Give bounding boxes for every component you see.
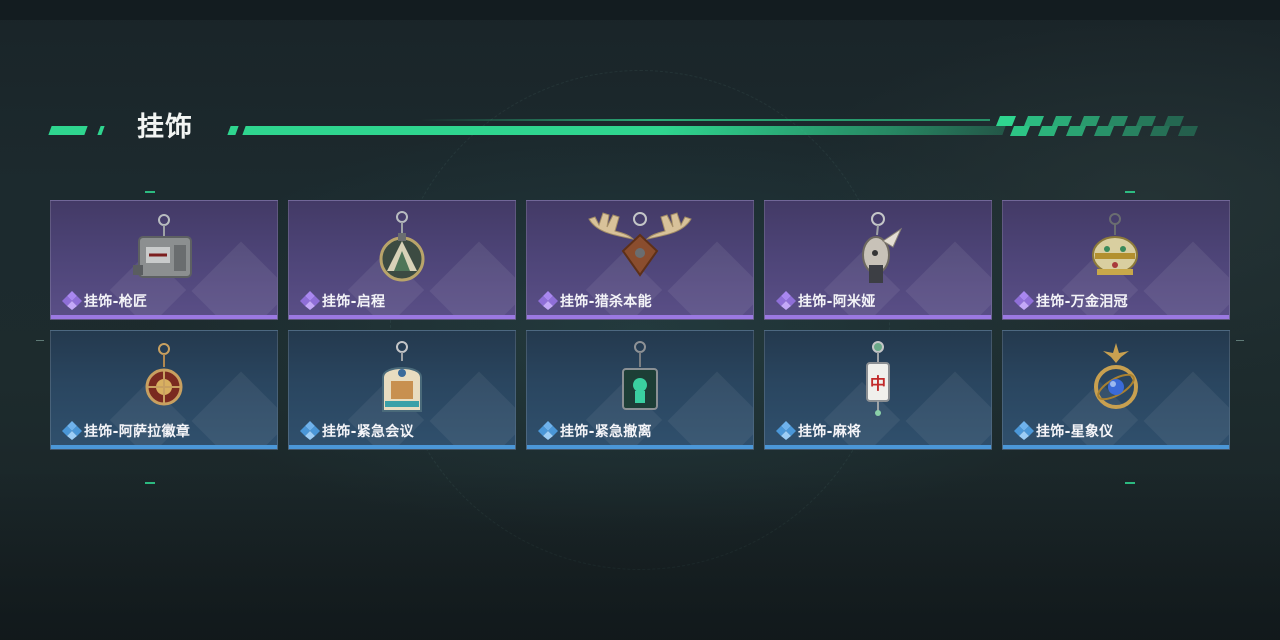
charm-name: 挂饰-紧急会议 (322, 424, 414, 440)
charm-name: 挂饰-麻将 (798, 424, 862, 440)
charm-name: 挂饰-紧急撤离 (560, 424, 652, 440)
rarity-diamond-icon (776, 421, 796, 440)
charm-grid: 挂饰-枪匠 挂饰-启程 挂饰-猎杀本能 挂饰-阿米娅 挂饰-万金泪冠 挂饰-阿萨… (50, 200, 1230, 450)
header-checker-pattern (996, 116, 1198, 136)
gun-crate-charm-icon (133, 214, 192, 278)
charm-name: 挂饰-万金泪冠 (1036, 294, 1128, 310)
rarity-bar (51, 315, 277, 319)
rarity-bar (1003, 315, 1229, 319)
frame-corner-tick (145, 482, 155, 484)
charm-card[interactable]: 挂饰-启程 (288, 200, 516, 320)
arch-emblem-charm-icon (382, 341, 422, 412)
header-accent-dash (227, 126, 239, 135)
charm-card[interactable]: 挂饰-枪匠 (50, 200, 278, 320)
section-title: 挂饰 (137, 112, 193, 143)
bunny-figure-charm-icon (862, 212, 903, 283)
header-accent-dash (97, 126, 105, 135)
charm-name: 挂饰-阿萨拉徽章 (84, 424, 191, 440)
charm-name: 挂饰-猎杀本能 (560, 294, 652, 310)
rarity-diamond-icon (776, 291, 796, 310)
rarity-bar (765, 315, 991, 319)
svg-text:中: 中 (870, 374, 886, 393)
rarity-diamond-icon (538, 421, 558, 440)
rarity-diamond-icon (62, 421, 82, 440)
rarity-diamond-icon (300, 291, 320, 310)
header-thin-line (420, 119, 990, 121)
jeweled-crown-charm-icon (1092, 213, 1138, 275)
rarity-diamond-icon (62, 291, 82, 310)
rarity-bar (1003, 445, 1229, 449)
charm-card[interactable]: 中 挂饰-麻将 (764, 330, 992, 450)
charm-card[interactable]: 挂饰-猎杀本能 (526, 200, 754, 320)
rarity-diamond-icon (1014, 291, 1034, 310)
charm-name: 挂饰-启程 (322, 294, 386, 310)
mountain-medallion-charm-icon (379, 211, 425, 282)
frame-corner-tick (1125, 191, 1135, 193)
frame-corner-tick (145, 191, 155, 193)
header-accent-bar (242, 126, 1006, 135)
rarity-bar (527, 445, 753, 449)
top-bar (0, 0, 1280, 20)
frame-side-tick (36, 340, 44, 341)
rarity-bar (51, 445, 277, 449)
charm-name: 挂饰-星象仪 (1036, 424, 1114, 440)
rarity-bar (765, 445, 991, 449)
charm-card[interactable]: 挂饰-阿米娅 (764, 200, 992, 320)
charm-card[interactable]: 挂饰-紧急会议 (288, 330, 516, 450)
frame-side-tick (1236, 340, 1244, 341)
charm-card[interactable]: 挂饰-紧急撤离 (526, 330, 754, 450)
rarity-bar (527, 315, 753, 319)
rarity-diamond-icon (300, 421, 320, 440)
charm-card[interactable]: 挂饰-阿萨拉徽章 (50, 330, 278, 450)
rarity-bar (289, 445, 515, 449)
armillary-sphere-charm-icon (1094, 343, 1138, 409)
frame-corner-tick (1125, 482, 1135, 484)
charm-name: 挂饰-阿米娅 (798, 294, 876, 310)
rarity-bar (289, 315, 515, 319)
rarity-diamond-icon (538, 291, 558, 310)
moose-antler-charm-icon (588, 212, 692, 277)
mahjong-tile-charm-icon: 中 (866, 341, 890, 416)
rarity-diamond-icon (1014, 421, 1034, 440)
charm-card[interactable]: 挂饰-万金泪冠 (1002, 200, 1230, 320)
green-sign-charm-icon (622, 341, 658, 410)
charm-card[interactable]: 挂饰-星象仪 (1002, 330, 1230, 450)
header-accent-dash (48, 126, 88, 135)
badge-medal-charm-icon (145, 343, 183, 406)
background-haze (0, 470, 1280, 640)
charm-name: 挂饰-枪匠 (84, 294, 148, 310)
